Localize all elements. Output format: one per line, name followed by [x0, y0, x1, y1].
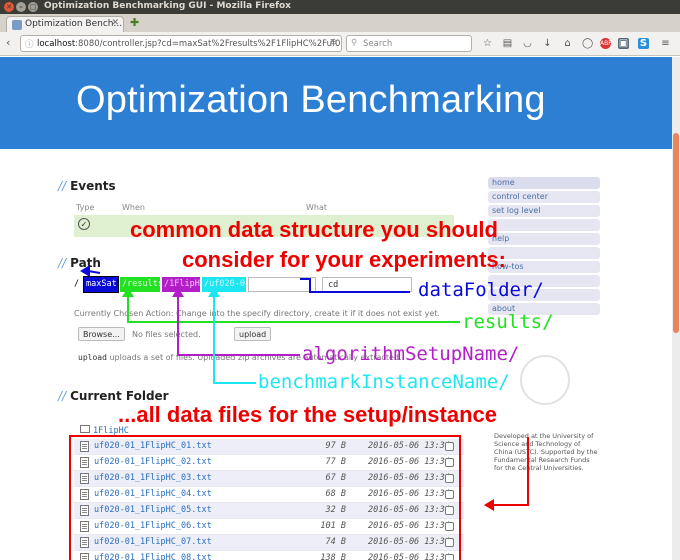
events-col-what: What [306, 203, 328, 212]
tab-label: Optimization Bench... [25, 19, 123, 29]
university-seal [520, 355, 570, 405]
events-heading: //Events [58, 179, 116, 193]
window-title: Optimization Benchmarking GUI - Mozilla … [44, 1, 291, 11]
current-action-text: Currently Chosen Action: Change into the… [74, 309, 440, 318]
menu-icon[interactable]: ≡ [660, 38, 671, 49]
scrollbar[interactable] [672, 57, 680, 560]
browser-tab[interactable]: Optimization Bench... ✕ [6, 16, 124, 32]
annotation-line2: consider for your experiments: [182, 247, 506, 272]
search-placeholder: Search [363, 39, 393, 49]
browse-button[interactable]: Browse... [78, 327, 125, 341]
scrollbar-thumb[interactable] [673, 133, 679, 333]
close-window-icon[interactable]: ✕ [4, 2, 14, 12]
path-segment-dataFolder[interactable]: maxSat [83, 276, 119, 293]
skype-icon[interactable]: S [638, 38, 649, 49]
close-tab-icon[interactable]: ✕ [111, 18, 119, 28]
upload-button[interactable]: upload [234, 327, 272, 341]
annotation-algorithmSetupName: algorithmSetupName/ [302, 343, 520, 365]
path-root: / [74, 279, 80, 289]
annotation-dataFolder: dataFolder/ [418, 279, 544, 301]
info-icon[interactable]: ⓘ [25, 38, 34, 50]
sidebar-item-set-log-level[interactable]: set log level [488, 205, 600, 217]
url-path: :8080/controller.jsp?cd=maxSat%2Fresults… [75, 39, 342, 49]
url-host: localhost [37, 39, 76, 49]
chat-icon[interactable]: ◯ [582, 38, 593, 49]
extension-icon[interactable]: ▣ [618, 38, 629, 49]
page-title: Optimization Benchmarking [76, 79, 546, 121]
footer-text: Developed at the University of Science a… [494, 432, 598, 472]
star-icon[interactable]: ☆ [482, 38, 493, 49]
new-tab-icon[interactable]: ✚ [130, 16, 139, 29]
annotation-benchmarkInstanceName: benchmarkInstanceName/ [258, 371, 510, 393]
folder-icon [80, 425, 90, 433]
minimize-window-icon[interactable]: – [16, 2, 26, 12]
reload-icon[interactable]: ↻ [330, 38, 337, 48]
sidebar-item-help[interactable]: help [488, 233, 600, 245]
download-icon[interactable]: ↓ [542, 38, 553, 49]
no-files-selected: No files selected. [132, 330, 201, 339]
url-bar[interactable]: ⓘ localhost:8080/controller.jsp?cd=maxSa… [20, 35, 342, 52]
maximize-window-icon[interactable]: □ [28, 2, 38, 12]
connector-dataFolder [87, 270, 101, 274]
search-bar[interactable]: ⚲ Search [346, 35, 472, 52]
page-header: Optimization Benchmarking [0, 57, 672, 149]
current-folder-heading: //Current Folder [58, 389, 169, 403]
window-titlebar: ✕ – □ Optimization Benchmarking GUI - Mo… [0, 0, 680, 14]
sidebar-item[interactable] [488, 219, 600, 231]
files-highlight-box [69, 435, 461, 560]
cd-button[interactable]: cd [322, 277, 412, 292]
path-segment-algorithm[interactable]: /1FlipHC [162, 277, 205, 292]
annotation-results: results/ [462, 311, 554, 333]
check-icon: ✓ [78, 218, 90, 230]
annotation-line1: common data structure you should [130, 217, 498, 242]
tab-bar: Optimization Bench... ✕ ✚ [0, 14, 680, 32]
reading-list-icon[interactable]: ▤ [502, 38, 513, 49]
annotation-all-files: ...all data files for the setup/instance [118, 402, 497, 427]
adblock-icon[interactable]: ABP [600, 38, 612, 49]
sidebar-item-home[interactable]: home [488, 177, 600, 189]
events-col-type: Type [76, 203, 95, 212]
back-icon[interactable]: ‹ [6, 36, 10, 49]
sidebar-item-control-center[interactable]: control center [488, 191, 600, 203]
navigation-bar: ‹ ⓘ localhost:8080/controller.jsp?cd=max… [0, 32, 680, 56]
pocket-icon[interactable]: ◡ [522, 38, 533, 49]
path-segment-benchmark[interactable]: /uf020-01 [202, 277, 250, 292]
path-segment-results[interactable]: /results [120, 277, 163, 292]
page-viewport: Optimization Benchmarking home control c… [0, 57, 680, 560]
path-row: / maxSat /results /1FlipHC /uf020-01 cd [74, 276, 414, 293]
path-heading: //Path [58, 256, 101, 270]
favicon-icon [12, 20, 22, 30]
home-icon[interactable]: ⌂ [562, 38, 573, 49]
new-folder-input[interactable] [248, 277, 316, 292]
connector-algorithm [177, 295, 300, 356]
events-col-when: When [122, 203, 145, 212]
search-icon: ⚲ [351, 38, 358, 48]
